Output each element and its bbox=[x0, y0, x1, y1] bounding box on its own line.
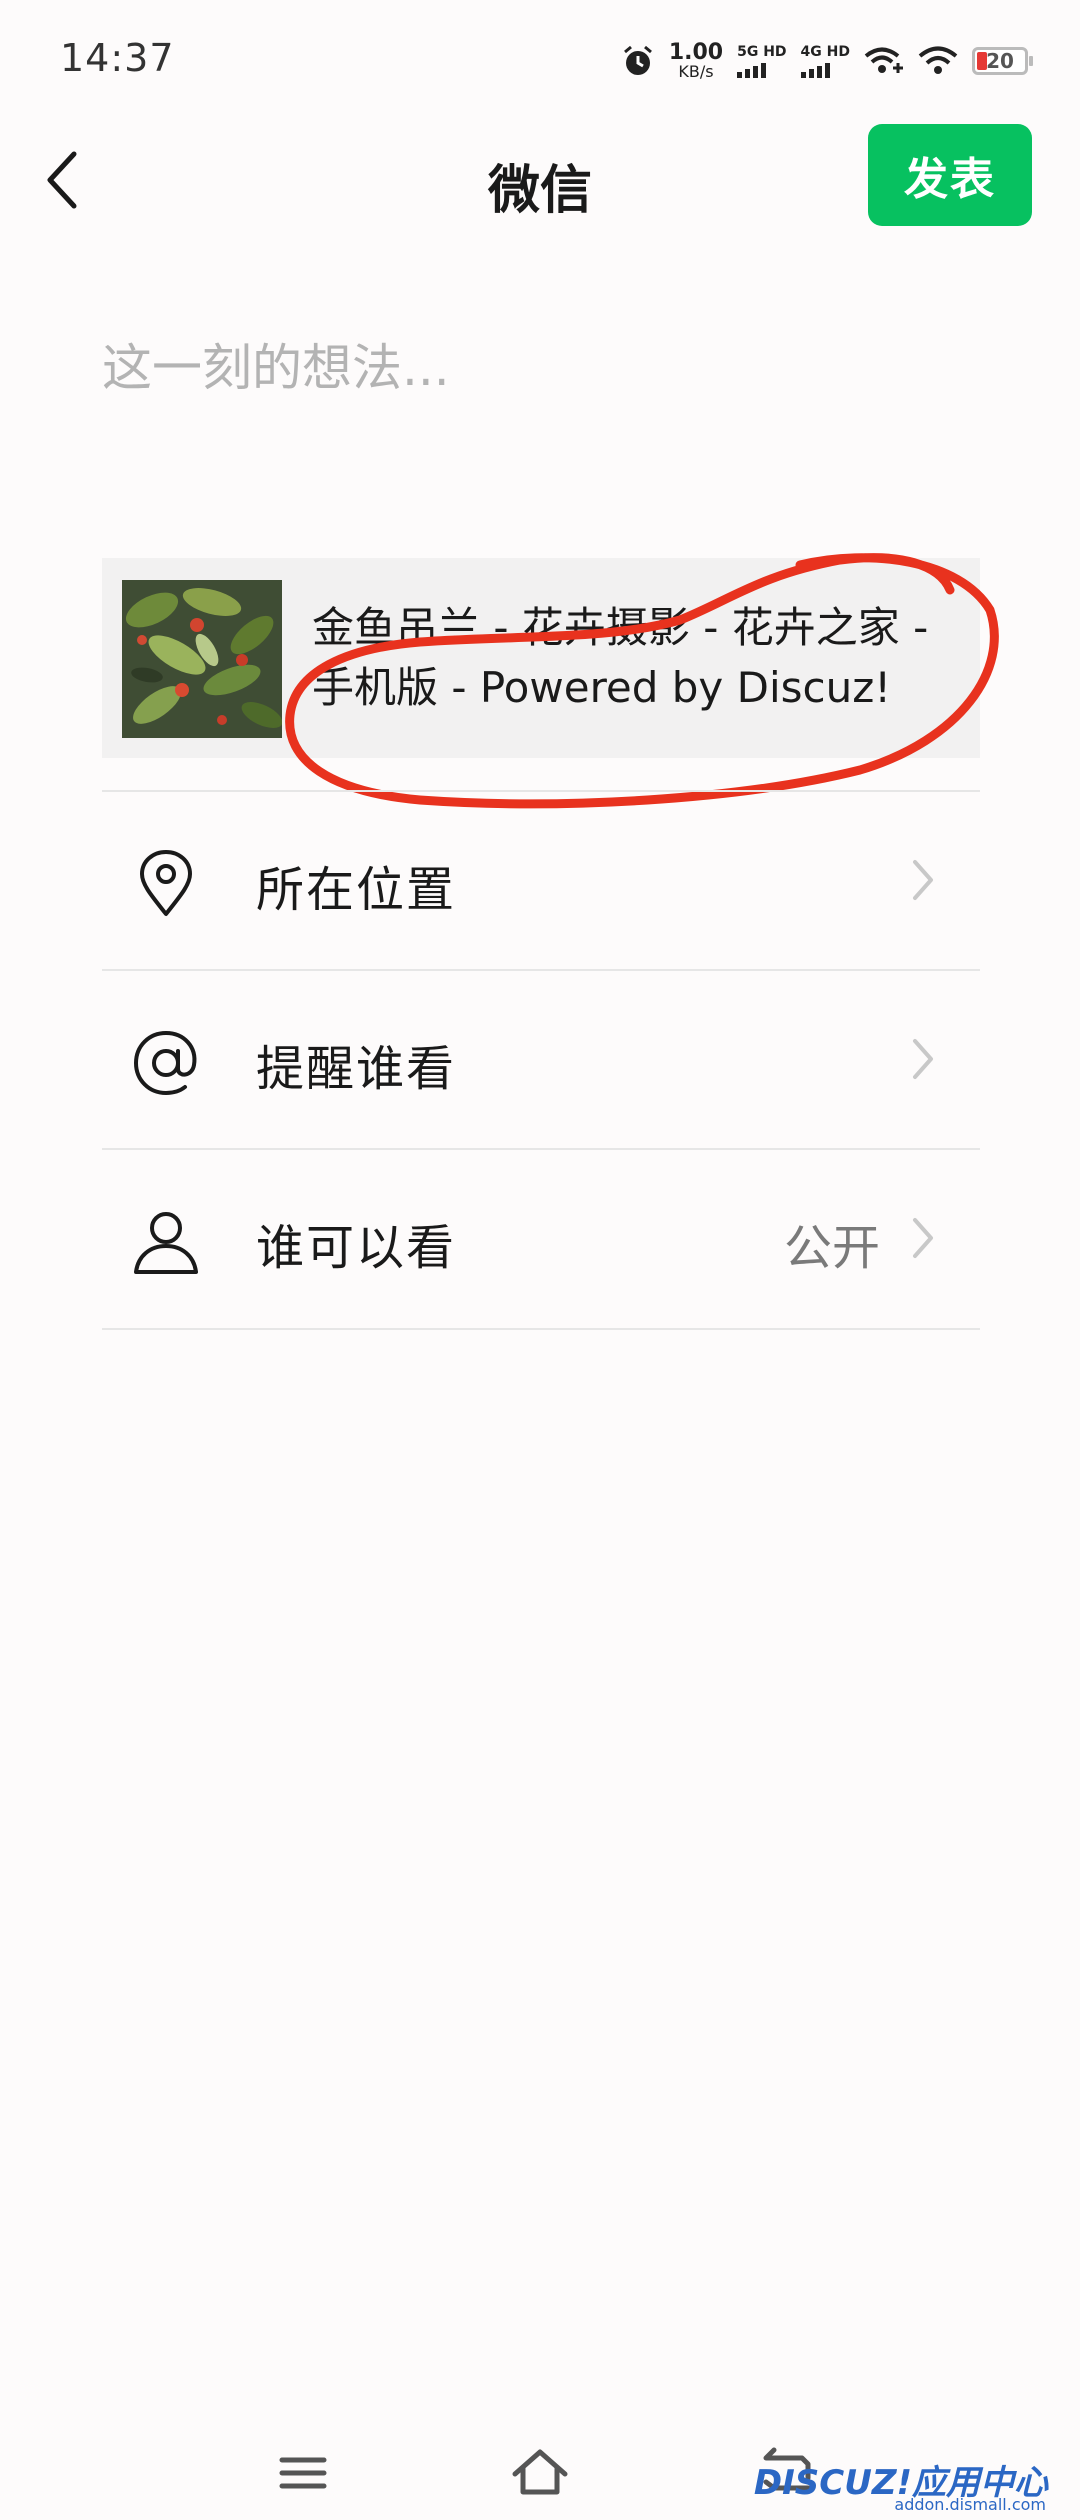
top-bar: 微信 发表 bbox=[0, 120, 1080, 240]
signal-4g: 4G HD bbox=[800, 45, 850, 78]
wifi-hotspot-icon bbox=[864, 47, 903, 73]
visibility-row[interactable]: 谁可以看 公开 bbox=[102, 1148, 980, 1328]
link-title-line2: 手机版 - Powered by Discuz! bbox=[312, 663, 892, 712]
link-title: 金鱼吊兰 - 花卉摄影 - 花卉之家 - 手机版 - Powered by Di… bbox=[312, 598, 962, 718]
location-pin-icon bbox=[140, 850, 192, 916]
chevron-right-icon bbox=[913, 860, 933, 900]
link-thumbnail bbox=[122, 580, 282, 738]
publish-button[interactable]: 发表 bbox=[868, 124, 1032, 226]
network-speed: 1.00 KB/s bbox=[668, 40, 724, 81]
at-sign-icon bbox=[133, 1030, 197, 1096]
link-title-line1: 金鱼吊兰 - 花卉摄影 - 花卉之家 - bbox=[312, 603, 929, 652]
signal-bars-icon bbox=[737, 62, 767, 78]
person-icon bbox=[134, 1212, 198, 1274]
chevron-right-icon bbox=[913, 1218, 933, 1258]
menu-icon[interactable] bbox=[268, 2438, 338, 2508]
status-icons: 1.00 KB/s 5G HD 4G HD 20 bbox=[621, 38, 1033, 84]
signal-bars-icon bbox=[800, 62, 830, 78]
battery-icon: 20 bbox=[972, 47, 1033, 75]
home-icon[interactable] bbox=[505, 2438, 575, 2508]
location-row[interactable]: 所在位置 bbox=[102, 790, 980, 970]
signal-5g: 5G HD bbox=[737, 45, 787, 78]
alarm-icon bbox=[623, 45, 652, 75]
wifi-icon bbox=[918, 46, 958, 74]
moment-text-input[interactable]: 这一刻的想法... bbox=[102, 328, 450, 400]
chevron-right-icon bbox=[913, 1039, 933, 1079]
mention-row[interactable]: 提醒谁看 bbox=[102, 969, 980, 1149]
status-bar: 14:37 1.00 KB/s 5G HD 4G HD 20 bbox=[0, 0, 1080, 120]
visibility-label: 谁可以看 bbox=[256, 1220, 457, 1276]
list-divider bbox=[102, 1328, 980, 1330]
watermark-logo: DISCUZ!应用中心 addon.dismall.com bbox=[753, 2463, 1048, 2514]
visibility-value: 公开 bbox=[783, 1220, 880, 1276]
location-label: 所在位置 bbox=[256, 862, 457, 918]
status-time: 14:37 bbox=[60, 36, 175, 80]
mention-label: 提醒谁看 bbox=[256, 1041, 457, 1097]
shared-link-card[interactable]: 金鱼吊兰 - 花卉摄影 - 花卉之家 - 手机版 - Powered by Di… bbox=[102, 558, 980, 758]
